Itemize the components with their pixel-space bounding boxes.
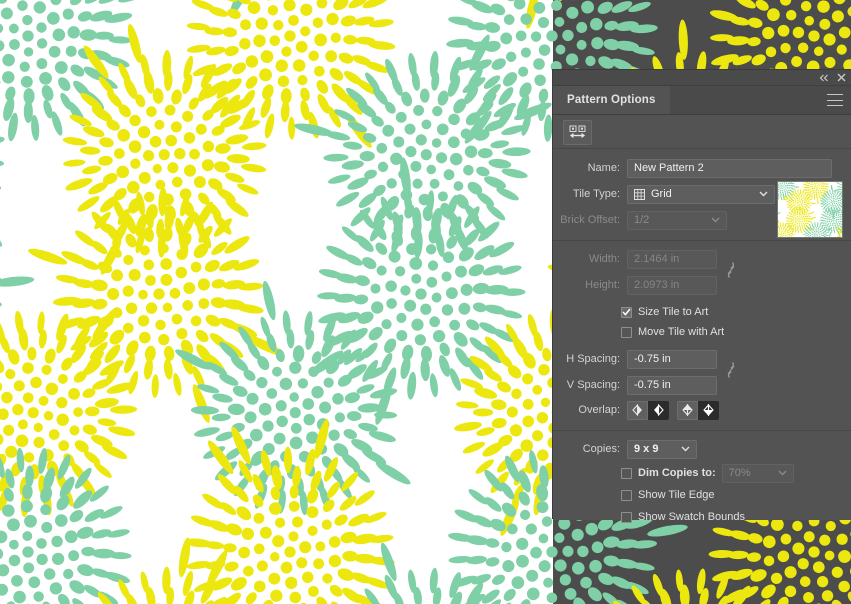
overlap-left-in-front[interactable]	[627, 400, 648, 420]
v-spacing-row: V Spacing: -0.75 in	[553, 372, 851, 398]
show-tile-edge-checkbox[interactable]	[621, 489, 632, 501]
width-value: 2.1464 in	[634, 253, 680, 265]
grid-icon	[634, 188, 645, 200]
name-label: Name:	[587, 162, 620, 174]
h-spacing-input[interactable]: -0.75 in	[627, 349, 717, 369]
copies-value: 9 x 9	[634, 443, 659, 455]
height-value: 2.0973 in	[634, 279, 680, 291]
size-tile-to-art-label: Size Tile to Art	[638, 306, 709, 318]
pattern-options-panel: Pattern Options Name: New Pattern 2 Tile…	[553, 70, 851, 523]
width-row: Width: 2.1464 in	[553, 246, 851, 272]
width-label: Width:	[588, 253, 620, 265]
dim-copies-row[interactable]: Dim Copies to: 70%	[621, 463, 851, 483]
size-tile-to-art-row[interactable]: Size Tile to Art	[621, 302, 851, 322]
overlap-bottom-in-front[interactable]	[698, 400, 719, 420]
overlap-right-in-front[interactable]	[648, 400, 669, 420]
overlap-label: Overlap:	[578, 404, 620, 416]
link-broken-icon[interactable]	[723, 260, 739, 283]
v-spacing-value: -0.75 in	[634, 379, 671, 391]
copies-row: Copies: 9 x 9	[553, 435, 851, 463]
collapse-icon[interactable]	[817, 71, 831, 84]
pattern-tile-edit-icon[interactable]	[563, 120, 592, 145]
copies-label: Copies:	[582, 443, 620, 455]
divider	[553, 430, 851, 431]
move-tile-with-art-label: Move Tile with Art	[638, 326, 725, 338]
dim-copies-label: Dim Copies to:	[638, 467, 716, 479]
link-broken-icon[interactable]	[723, 360, 739, 383]
tile-type-value: Grid	[651, 188, 672, 200]
overlap-top-in-front[interactable]	[677, 400, 698, 420]
close-icon[interactable]	[834, 71, 848, 84]
show-swatch-bounds-checkbox[interactable]	[621, 511, 632, 523]
chevron-down-icon	[778, 467, 787, 479]
height-label: Height:	[585, 279, 620, 291]
size-tile-to-art-checkbox[interactable]	[621, 306, 632, 318]
chevron-down-icon	[759, 188, 768, 200]
h-spacing-label: H Spacing:	[566, 353, 620, 365]
panel-tab-bar: Pattern Options	[553, 86, 851, 115]
overlap-horizontal-group	[627, 400, 669, 420]
show-tile-edge-label: Show Tile Edge	[638, 489, 715, 501]
brick-offset-select: 1/2	[627, 210, 727, 230]
brick-offset-value: 1/2	[634, 214, 650, 226]
move-tile-with-art-row[interactable]: Move Tile with Art	[621, 322, 851, 342]
dim-copies-select: 70%	[721, 463, 794, 483]
overlap-vertical-group	[677, 400, 719, 420]
divider	[553, 148, 851, 149]
dim-copies-value: 70%	[728, 467, 751, 479]
overlap-row: Overlap:	[553, 398, 851, 422]
name-input[interactable]: New Pattern 2	[627, 158, 832, 178]
show-swatch-bounds-label: Show Swatch Bounds	[638, 511, 746, 523]
tab-pattern-options[interactable]: Pattern Options	[553, 86, 670, 114]
tile-type-label: Tile Type:	[572, 188, 620, 200]
chevron-down-icon	[711, 214, 720, 226]
height-input: 2.0973 in	[627, 275, 717, 295]
height-row: Height: 2.0973 in	[553, 272, 851, 298]
panel-titlebar	[553, 70, 851, 86]
show-swatch-bounds-row[interactable]: Show Swatch Bounds	[621, 507, 851, 527]
tile-tool-row	[553, 115, 851, 148]
chevron-down-icon	[681, 443, 690, 455]
v-spacing-label: V Spacing:	[566, 379, 620, 391]
pattern-swatch-thumbnail[interactable]	[777, 181, 843, 238]
brick-offset-label: Brick Offset:	[560, 214, 620, 226]
panel-body: Name: New Pattern 2 Tile Type: Grid Bric…	[553, 115, 851, 523]
name-value: New Pattern 2	[634, 162, 704, 174]
h-spacing-row: H Spacing: -0.75 in	[553, 346, 851, 372]
divider	[553, 240, 851, 241]
dim-copies-checkbox[interactable]	[621, 467, 632, 479]
move-tile-with-art-checkbox[interactable]	[621, 326, 632, 338]
width-input: 2.1464 in	[627, 249, 717, 269]
illustrator-pattern-editor: Pattern Options Name: New Pattern 2 Tile…	[0, 0, 851, 604]
name-row: Name: New Pattern 2	[553, 155, 851, 181]
copies-select[interactable]: 9 x 9	[627, 439, 697, 459]
tile-type-select[interactable]: Grid	[627, 184, 775, 204]
h-spacing-value: -0.75 in	[634, 353, 671, 365]
show-tile-edge-row[interactable]: Show Tile Edge	[621, 485, 851, 505]
panel-title: Pattern Options	[567, 94, 656, 106]
v-spacing-input[interactable]: -0.75 in	[627, 375, 717, 395]
hamburger-menu-icon[interactable]	[827, 94, 843, 106]
